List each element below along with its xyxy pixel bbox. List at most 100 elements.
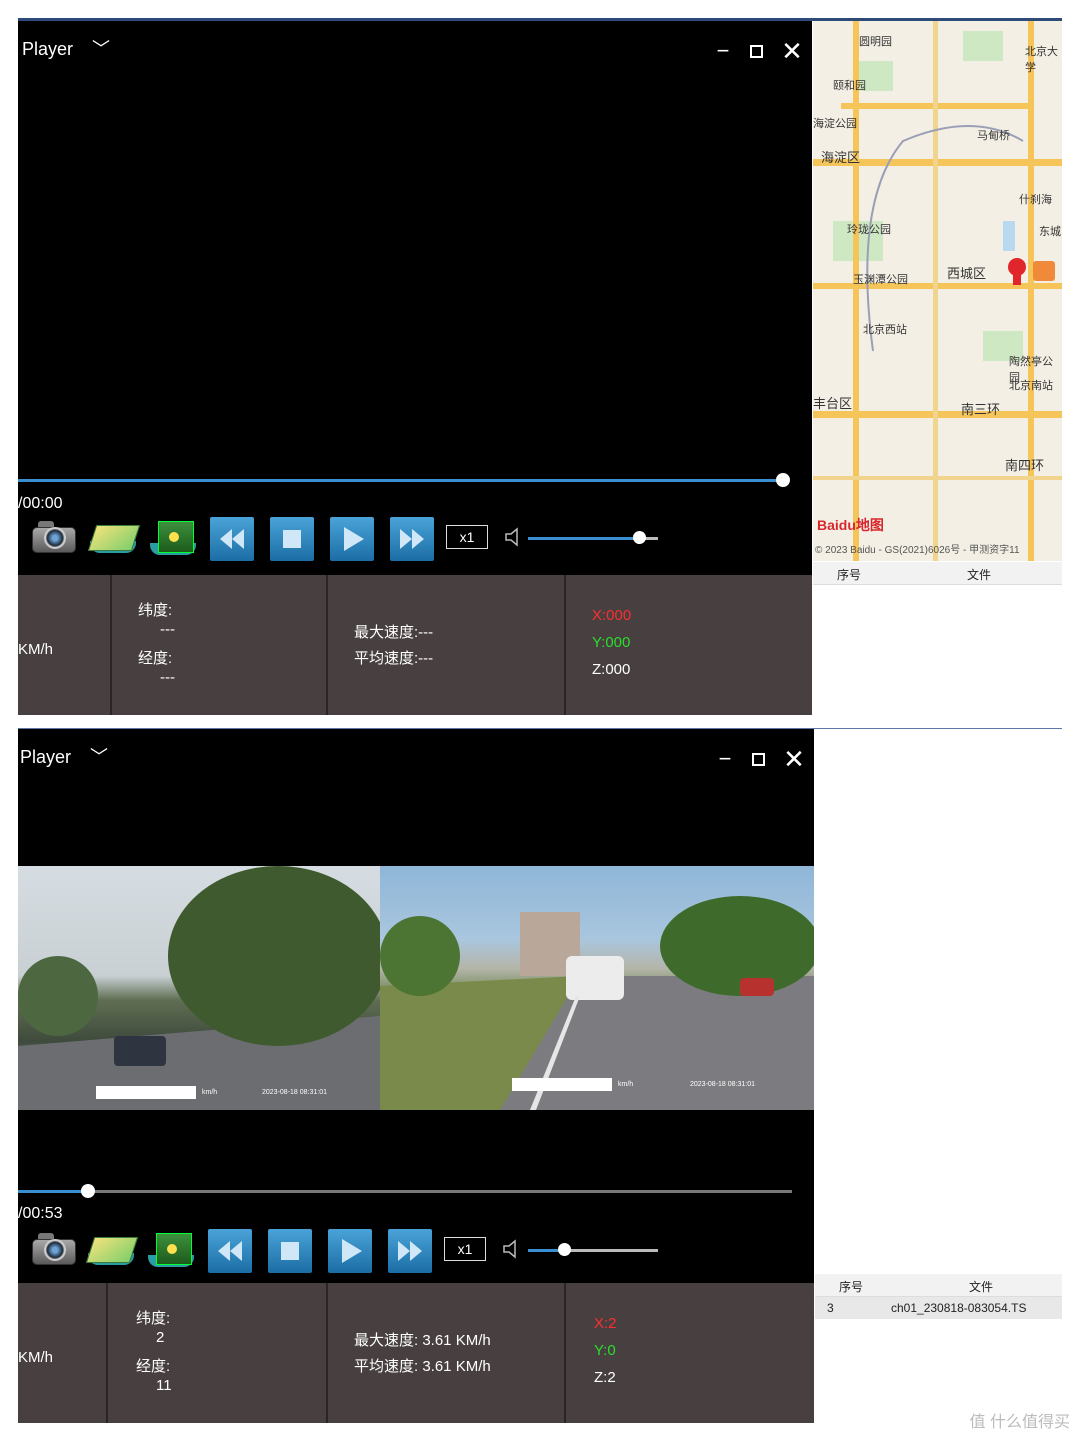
- col-file: 文件: [967, 568, 992, 582]
- longitude-value: 11: [156, 1377, 172, 1394]
- maximize-button[interactable]: [746, 747, 770, 771]
- rewind-button[interactable]: [208, 1229, 252, 1273]
- map-label: 南三环: [961, 402, 1001, 417]
- max-speed: 最大速度: 3.61 KM/h: [354, 1332, 491, 1349]
- minimize-button[interactable]: −: [713, 747, 737, 771]
- chevron-down-icon[interactable]: ﹀: [90, 743, 108, 769]
- time-display: /00:53: [18, 1205, 63, 1222]
- gsensor-y: Y:0: [594, 1342, 616, 1359]
- close-button[interactable]: ✕: [780, 38, 804, 64]
- timestamp: 2023-08-18 08:31:01: [690, 1081, 755, 1088]
- col-file: 文件: [969, 1280, 994, 1294]
- longitude-label: 经度:: [138, 650, 173, 667]
- map-label: 圆明园: [859, 36, 892, 48]
- map-label: 玲珑公园: [847, 224, 891, 236]
- gsensor-z: Z:2: [594, 1369, 616, 1386]
- latitude-label: 纬度:: [136, 1310, 171, 1327]
- map-label: 什刹海: [1019, 194, 1052, 206]
- export-button[interactable]: [150, 517, 196, 559]
- redacted-bar: [96, 1086, 196, 1099]
- volume-slider[interactable]: [528, 1249, 658, 1252]
- route-map[interactable]: 圆明园 北京大学 颐和园 海淀公园 海淀区 马甸桥 什刹海 东城 玲珑公园 玉渊…: [813, 21, 1062, 561]
- gsensor-x: X:2: [594, 1315, 617, 1332]
- row-file: ch01_230818-083054.TS: [891, 1301, 1027, 1315]
- export-icon: [156, 1233, 192, 1265]
- longitude-label: 经度:: [136, 1358, 171, 1375]
- map-icon: [85, 1237, 139, 1263]
- speed-readout: KM/h: [18, 1349, 54, 1366]
- minimize-button[interactable]: −: [711, 39, 735, 63]
- map-label: 西城区: [947, 266, 987, 281]
- stop-button[interactable]: [270, 517, 314, 561]
- map-label: 北京南站: [1009, 380, 1053, 392]
- speed-unit: km/h: [202, 1089, 218, 1096]
- stop-icon: [281, 1242, 299, 1260]
- player-window-1: Player ﹀ − ✕ /00:00 x1 KM/h 纬度: --- 经度: …: [18, 18, 1062, 715]
- map-button[interactable]: [85, 1229, 139, 1271]
- rear-camera-view: km/h 2023-08-18 08:31:01: [380, 866, 814, 1110]
- map-button[interactable]: [87, 517, 141, 559]
- map-label: 颐和园: [833, 80, 866, 92]
- export-button[interactable]: [148, 1229, 194, 1271]
- seek-handle[interactable]: [80, 1184, 95, 1198]
- window-title: Player: [22, 39, 74, 59]
- front-camera-view: km/h 2023-08-18 08:31:01: [18, 866, 380, 1110]
- fast-forward-icon: [398, 1241, 422, 1261]
- redacted-bar: [512, 1078, 612, 1091]
- volume-icon[interactable]: [504, 525, 522, 549]
- volume-handle[interactable]: [558, 1243, 572, 1256]
- video-frame[interactable]: km/h 2023-08-18 08:31:01 km/h 2023-08-18…: [18, 866, 814, 1110]
- map-icon: [87, 525, 141, 551]
- seek-bar[interactable]: [18, 479, 783, 482]
- seek-handle[interactable]: [776, 473, 790, 487]
- play-button[interactable]: [330, 517, 374, 561]
- telemetry-panel: KM/h 纬度: --- 经度: --- 最大速度:--- 平均速度:--- X…: [18, 575, 812, 715]
- rewind-icon: [220, 529, 244, 549]
- fast-forward-button[interactable]: [388, 1229, 432, 1273]
- maximize-button[interactable]: [744, 39, 768, 63]
- avg-speed: 平均速度: 3.61 KM/h: [354, 1358, 491, 1375]
- rewind-button[interactable]: [210, 517, 254, 561]
- stop-button[interactable]: [268, 1229, 312, 1273]
- snapshot-button[interactable]: [28, 517, 76, 559]
- volume-icon[interactable]: [502, 1237, 520, 1261]
- map-label: 北京大学: [1025, 46, 1058, 74]
- chevron-down-icon[interactable]: ﹀: [92, 35, 110, 61]
- map-label: 马甸桥: [977, 130, 1010, 142]
- telemetry-panel: KM/h 纬度: 2 经度: 11 最大速度: 3.61 KM/h 平均速度: …: [18, 1283, 814, 1423]
- latitude-value: ---: [160, 621, 175, 638]
- play-button[interactable]: [328, 1229, 372, 1273]
- stop-icon: [283, 530, 301, 548]
- play-icon: [342, 1239, 362, 1263]
- camera-icon: [44, 527, 66, 549]
- fast-forward-button[interactable]: [390, 517, 434, 561]
- export-icon: [158, 521, 194, 553]
- seek-bar[interactable]: [18, 1190, 792, 1193]
- baidu-map-logo: Baidu地图: [817, 517, 884, 533]
- latitude-value: 2: [156, 1329, 165, 1346]
- row-index: 3: [827, 1301, 834, 1315]
- col-index: 序号: [839, 1280, 864, 1294]
- map-label: 东城: [1039, 226, 1061, 238]
- map-copyright: © 2023 Baidu - GS(2021)6026号 - 甲测资字11: [815, 545, 1020, 556]
- file-table-header: 序号 文件: [815, 1274, 1062, 1297]
- camera-icon: [44, 1239, 66, 1261]
- longitude-value: ---: [160, 669, 175, 686]
- max-speed: 最大速度:---: [354, 624, 434, 641]
- window-title: Player: [20, 747, 72, 767]
- play-icon: [344, 527, 364, 551]
- map-label: 玉渊潭公园: [853, 274, 908, 286]
- playback-speed-button[interactable]: x1: [446, 525, 488, 549]
- volume-handle[interactable]: [632, 531, 646, 544]
- close-button[interactable]: ✕: [782, 746, 806, 772]
- playback-speed-button[interactable]: x1: [444, 1237, 486, 1261]
- speed-readout: KM/h: [18, 641, 54, 658]
- file-table-header: 序号 文件: [813, 562, 1062, 585]
- rewind-icon: [218, 1241, 242, 1261]
- map-label: 丰台区: [813, 396, 853, 411]
- map-label: 南四环: [1005, 458, 1045, 473]
- file-table-row[interactable]: 3 ch01_230818-083054.TS: [815, 1297, 1062, 1319]
- site-watermark: 值 什么值得买: [969, 1414, 1070, 1431]
- snapshot-button[interactable]: [28, 1229, 76, 1271]
- time-display: /00:00: [18, 495, 63, 512]
